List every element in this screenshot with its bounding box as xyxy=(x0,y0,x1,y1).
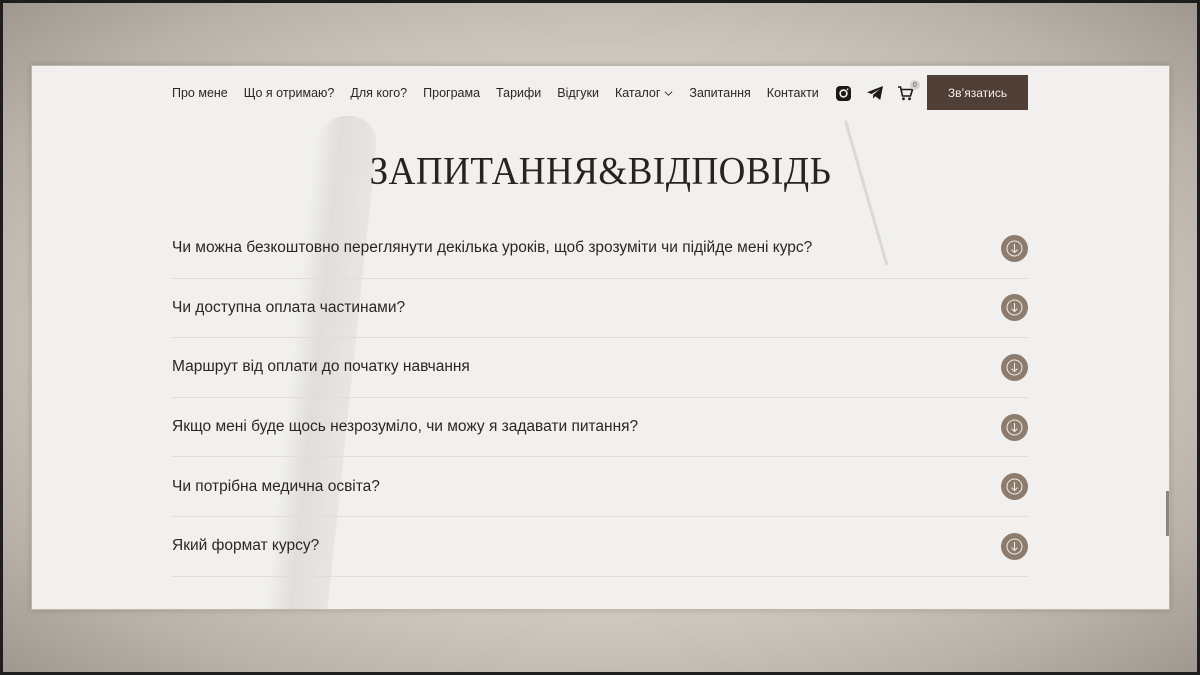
telegram-icon[interactable] xyxy=(866,84,884,102)
faq-question: Який формат курсу? xyxy=(172,537,320,555)
chevron-down-icon xyxy=(664,90,673,96)
nav-reviews[interactable]: Відгуки xyxy=(557,86,599,100)
nav-catalog[interactable]: Каталог xyxy=(615,86,673,100)
nav-contacts[interactable]: Контакти xyxy=(767,86,819,100)
faq-item[interactable]: Чи потрібна медична освіта? xyxy=(172,457,1028,517)
faq-list: Чи можна безкоштовно переглянути декільк… xyxy=(172,219,1028,577)
arrow-down-icon[interactable] xyxy=(1001,353,1028,381)
cart-count-badge: 0 xyxy=(909,80,920,90)
cart-icon[interactable]: 0 xyxy=(897,80,920,102)
faq-item[interactable]: Чи можна безкоштовно переглянути декільк… xyxy=(172,219,1028,279)
faq-question: Маршрут від оплати до початку навчання xyxy=(172,358,470,376)
arrow-down-icon[interactable] xyxy=(1001,473,1028,501)
faq-question: Чи можна безкоштовно переглянути декільк… xyxy=(172,239,813,257)
nav-faq[interactable]: Запитання xyxy=(689,86,750,100)
arrow-down-icon[interactable] xyxy=(1001,532,1028,560)
faq-question: Якщо мені буде щось незрозуміло, чи можу… xyxy=(172,418,639,436)
faq-item[interactable]: Чи доступна оплата частинами? xyxy=(172,279,1028,339)
instagram-icon[interactable] xyxy=(835,84,853,102)
faq-item[interactable]: Якщо мені буде щось незрозуміло, чи можу… xyxy=(172,398,1028,458)
arrow-down-icon[interactable] xyxy=(1001,234,1028,262)
nav-for-whom[interactable]: Для кого? xyxy=(350,86,407,100)
nav-what-i-get[interactable]: Що я отримаю? xyxy=(244,86,335,100)
arrow-down-icon[interactable] xyxy=(1001,294,1028,322)
nav-catalog-label: Каталог xyxy=(614,86,661,100)
nav-about[interactable]: Про мене xyxy=(172,86,228,100)
scrollbar-thumb[interactable] xyxy=(1166,491,1169,536)
faq-question: Чи доступна оплата частинами? xyxy=(172,298,406,316)
contact-button[interactable]: Зв’язатись xyxy=(927,75,1028,110)
arrow-down-icon[interactable] xyxy=(1001,413,1028,441)
main-nav: Про мене Що я отримаю? Для кого? Програм… xyxy=(172,75,1032,111)
page-viewport: Про мене Що я отримаю? Для кого? Програм… xyxy=(31,65,1170,610)
nav-pricing[interactable]: Тарифи xyxy=(496,86,541,100)
faq-item[interactable]: Який формат курсу? xyxy=(172,517,1028,577)
faq-question: Чи потрібна медична освіта? xyxy=(172,477,380,495)
nav-program[interactable]: Програма xyxy=(423,86,480,100)
section-title: ЗАПИТАННЯ&ВІДПОВІДЬ xyxy=(369,149,832,194)
faq-item[interactable]: Маршрут від оплати до початку навчання xyxy=(172,338,1028,398)
